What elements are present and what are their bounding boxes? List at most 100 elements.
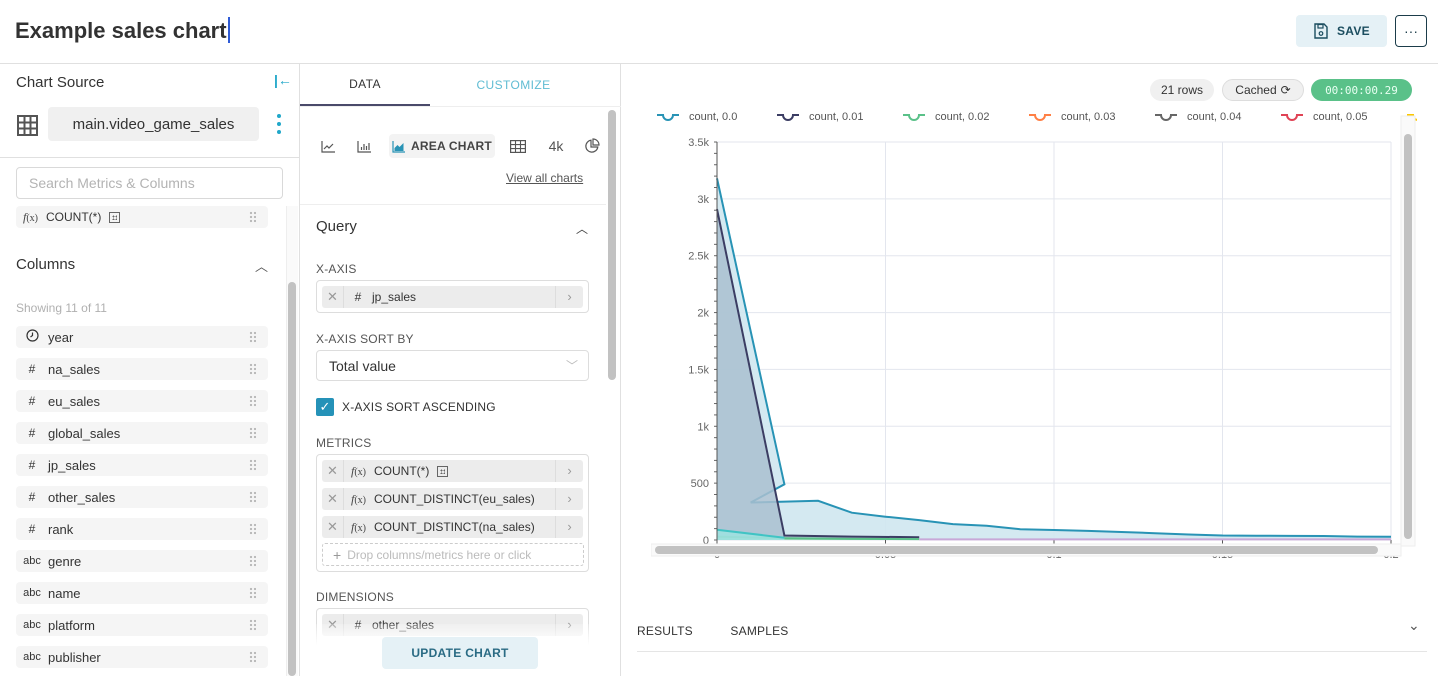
tab-customize[interactable]: CUSTOMIZE — [430, 64, 597, 106]
chevron-up-icon[interactable]: ︿ — [255, 256, 268, 275]
chart-title-input[interactable]: Example sales chart — [15, 17, 230, 44]
column-item[interactable]: # other_sales — [16, 486, 268, 508]
pie-chart-button[interactable] — [582, 134, 602, 158]
column-name: genre — [48, 553, 82, 569]
metric-info-icon — [109, 211, 121, 223]
legend-marker — [1155, 114, 1177, 121]
chevron-right-icon[interactable]: › — [555, 286, 583, 308]
chevron-right-icon[interactable]: › — [555, 460, 583, 482]
big-number-button[interactable]: 4k — [544, 134, 568, 158]
search-metrics-input[interactable]: Search Metrics & Columns — [16, 167, 283, 199]
table-chart-button[interactable] — [508, 134, 528, 158]
remove-icon[interactable]: ✕ — [322, 516, 344, 538]
header: Example sales chart SAVE ··· — [0, 0, 1438, 64]
remove-icon[interactable]: ✕ — [322, 488, 344, 510]
string-type-icon: abc — [23, 651, 41, 663]
refresh-icon[interactable]: ⟳ — [1281, 83, 1291, 97]
metric-item[interactable]: f(x) COUNT(*) — [16, 206, 268, 228]
chevron-right-icon[interactable]: › — [555, 516, 583, 538]
collapse-panel-icon[interactable]: |← — [274, 72, 292, 88]
y-tick-label: 2k — [697, 308, 709, 320]
drag-handle-icon[interactable] — [249, 491, 256, 503]
column-item[interactable]: # na_sales — [16, 358, 268, 380]
bar-chart-icon — [356, 140, 371, 153]
drag-handle-icon[interactable] — [249, 395, 256, 407]
drag-handle-icon[interactable] — [249, 363, 256, 375]
column-item[interactable]: abc platform — [16, 614, 268, 636]
remove-icon[interactable]: ✕ — [322, 286, 344, 308]
column-item[interactable]: # global_sales — [16, 422, 268, 444]
v-scrollbar-thumb — [1404, 134, 1412, 539]
legend-label: count, 0.0 — [689, 111, 737, 123]
cached-label: Cached — [1235, 83, 1277, 97]
drag-handle-icon[interactable] — [249, 459, 256, 471]
metric-pill-label: COUNT_DISTINCT(na_sales) — [374, 520, 535, 534]
sort-ascending-checkbox[interactable]: ✓ — [316, 398, 334, 416]
clock-icon — [16, 329, 48, 345]
line-chart-button[interactable] — [318, 134, 338, 158]
view-all-charts-link[interactable]: View all charts — [506, 171, 583, 185]
sort-by-select[interactable]: Total value ﹀ — [316, 350, 589, 381]
column-item[interactable]: abc name — [16, 582, 268, 604]
cached-badge[interactable]: Cached ⟳ — [1222, 79, 1304, 101]
drag-handle-icon[interactable] — [249, 651, 256, 663]
drag-handle-icon[interactable] — [249, 523, 256, 535]
legend-label: count, 0.01 — [809, 111, 863, 123]
y-tick-label: 1.5k — [688, 364, 709, 376]
string-type-icon: abc — [23, 587, 41, 599]
chevron-right-icon[interactable]: › — [555, 488, 583, 510]
chart-source-title: Chart Source — [16, 74, 105, 91]
legend-label: count, 0.04 — [1187, 111, 1241, 123]
x-axis-field[interactable]: ✕ # jp_sales › — [316, 280, 589, 313]
drag-handle-icon[interactable] — [249, 619, 256, 631]
remove-icon[interactable]: ✕ — [322, 460, 344, 482]
drag-handle-icon[interactable] — [249, 211, 256, 223]
chevron-down-icon[interactable]: ⌄ — [1408, 617, 1420, 634]
metric-pill[interactable]: ✕ f(x) COUNT_DISTINCT(na_sales) › — [322, 516, 583, 538]
save-button[interactable]: SAVE — [1296, 15, 1387, 47]
column-name: year — [48, 329, 74, 345]
chevron-up-icon[interactable]: ︿ — [576, 220, 588, 237]
chevron-down-icon: ﹀ — [565, 359, 578, 373]
area-chart-label: AREA CHART — [411, 139, 492, 153]
columns-title: Columns — [16, 256, 76, 273]
x-axis-pill[interactable]: ✕ # jp_sales › — [322, 286, 583, 308]
column-item[interactable]: abc publisher — [16, 646, 268, 668]
numeric-type-icon: # — [354, 290, 362, 304]
metric-pill[interactable]: ✕ f(x) COUNT_DISTINCT(eu_sales) › — [322, 488, 583, 510]
y-tick-label: 3k — [697, 194, 709, 206]
legend-marker — [1281, 114, 1303, 121]
column-name: other_sales — [48, 489, 116, 505]
drag-handle-icon[interactable] — [249, 331, 256, 343]
dataset-menu-icon[interactable] — [275, 114, 283, 134]
dataset-name[interactable]: main.video_game_sales — [48, 107, 259, 141]
drag-handle-icon[interactable] — [249, 427, 256, 439]
metric-pill[interactable]: ✕ f(x) COUNT(*) › — [322, 460, 583, 482]
legend-label: count, 0.03 — [1061, 111, 1115, 123]
column-item[interactable]: # jp_sales — [16, 454, 268, 476]
scrollbar-thumb[interactable] — [288, 282, 296, 676]
column-item[interactable]: abc genre — [16, 550, 268, 572]
column-item[interactable]: year — [16, 326, 268, 348]
sort-by-label: X-AXIS SORT BY — [316, 332, 414, 346]
add-metric-dropzone[interactable]: + Drop columns/metrics here or click — [322, 543, 584, 566]
update-chart-button[interactable]: UPDATE CHART — [382, 637, 538, 669]
drag-handle-icon[interactable] — [249, 587, 256, 599]
tab-samples[interactable]: SAMPLES — [730, 624, 788, 638]
dropzone-label: Drop columns/metrics here or click — [347, 547, 532, 562]
area-chart-button[interactable]: AREA CHART — [389, 134, 495, 158]
metrics-field: ✕ f(x) COUNT(*) › ✕ f(x) COUNT_DISTINCT(… — [316, 454, 589, 572]
metrics-label: METRICS — [316, 436, 372, 450]
control-panel: DATA CUSTOMIZE AREA CHART 4k View all ch… — [300, 64, 621, 676]
function-icon: f(x) — [23, 209, 39, 224]
divider — [300, 204, 606, 205]
tab-data[interactable]: DATA — [300, 64, 430, 106]
bar-chart-button[interactable] — [354, 134, 374, 158]
column-item[interactable]: # rank — [16, 518, 268, 540]
scrollbar-thumb[interactable] — [608, 110, 616, 380]
table-icon — [510, 139, 526, 153]
column-item[interactable]: # eu_sales — [16, 390, 268, 412]
more-options-button[interactable]: ··· — [1395, 15, 1427, 47]
tab-results[interactable]: RESULTS — [637, 624, 693, 638]
drag-handle-icon[interactable] — [249, 555, 256, 567]
